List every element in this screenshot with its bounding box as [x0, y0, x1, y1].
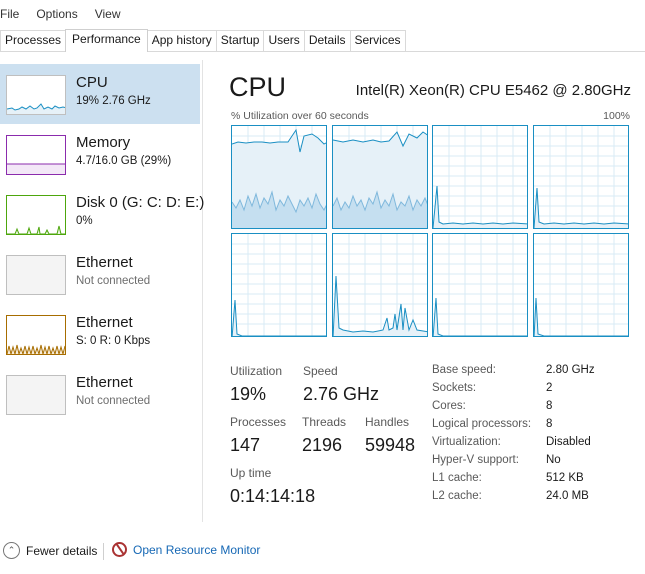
resource-item-ethernet-3[interactable]: Ethernet Not connected — [0, 364, 200, 424]
menu-file[interactable]: File — [0, 7, 19, 21]
resource-subtitle: 19% 2.76 GHz — [76, 95, 151, 107]
resource-subtitle: S: 0 R: 0 Kbps — [76, 335, 151, 347]
resource-item-memory[interactable]: Memory 4.7/16.0 GB (29%) — [0, 124, 200, 184]
handles-value: 59948 — [365, 435, 416, 455]
tab-users[interactable]: Users — [263, 30, 305, 51]
cpu-core-graph — [432, 125, 528, 229]
detail-value: No — [546, 454, 561, 466]
processes-value: 147 — [230, 435, 261, 455]
resource-item-disk[interactable]: Disk 0 (G: C: D: E:) 0% — [0, 184, 204, 244]
utilization-label: Utilization — [230, 364, 283, 378]
resource-monitor-icon — [112, 542, 127, 557]
resource-title: Ethernet — [76, 314, 133, 331]
detail-key: L1 cache: — [432, 472, 482, 484]
tab-app-history[interactable]: App history — [146, 30, 217, 51]
resource-title: Memory — [76, 134, 131, 151]
footer-divider — [103, 543, 104, 560]
ethernet-thumbnail-graph — [6, 255, 66, 295]
menu-options[interactable]: Options — [36, 7, 77, 21]
uptime-label: Up time — [230, 466, 272, 480]
ethernet-thumbnail-graph — [6, 375, 66, 415]
tab-processes[interactable]: Processes — [0, 30, 67, 51]
cpu-core-graph — [231, 125, 327, 229]
page-title: CPU — [229, 72, 287, 102]
disk-thumbnail-graph — [6, 195, 66, 235]
speed-label: Speed — [303, 364, 338, 378]
cpu-thumbnail-graph — [6, 75, 66, 115]
tab-performance[interactable]: Performance — [65, 29, 148, 52]
detail-key: Virtualization: — [432, 436, 501, 448]
cpu-core-graph — [231, 233, 327, 337]
fewer-details-label: Fewer details — [26, 543, 98, 558]
detail-value: 512 KB — [546, 472, 584, 484]
footer-bar: ⌃ Fewer details Open Resource Monitor — [0, 537, 645, 567]
detail-value: 8 — [546, 400, 553, 412]
resource-title: CPU — [76, 74, 108, 91]
menu-view[interactable]: View — [95, 7, 121, 21]
speed-value: 2.76 GHz — [303, 384, 380, 404]
tab-details[interactable]: Details — [303, 30, 351, 51]
tab-bar: Processes Performance App history Startu… — [0, 29, 645, 52]
resource-title: Ethernet — [76, 254, 133, 271]
resource-list: CPU 19% 2.76 GHz Memory 4.7/16.0 GB (29%… — [0, 60, 204, 522]
detail-key: Sockets: — [432, 382, 477, 394]
open-resource-monitor-link[interactable]: Open Resource Monitor — [112, 542, 260, 557]
detail-key: L2 cache: — [432, 490, 482, 502]
cpu-core-graph — [432, 233, 528, 337]
threads-label: Threads — [302, 415, 347, 429]
open-resource-monitor-label: Open Resource Monitor — [133, 542, 261, 557]
ethernet-thumbnail-graph — [6, 315, 66, 355]
detail-key: Hyper-V support: — [432, 454, 519, 466]
chevron-up-icon: ⌃ — [3, 542, 20, 559]
processes-label: Processes — [230, 415, 287, 429]
threads-value: 2196 — [302, 435, 343, 455]
detail-value: Disabled — [546, 436, 591, 448]
utilization-value: 19% — [230, 384, 267, 404]
detail-value: 24.0 MB — [546, 490, 589, 502]
detail-value: 2.80 GHz — [546, 364, 595, 376]
tab-startup[interactable]: Startup — [215, 30, 265, 51]
tab-services[interactable]: Services — [349, 30, 406, 51]
fewer-details-button[interactable]: ⌃ Fewer details — [3, 542, 97, 559]
resource-subtitle: 4.7/16.0 GB (29%) — [76, 155, 172, 167]
handles-label: Handles — [365, 415, 410, 429]
cpu-core-graph — [332, 125, 428, 229]
resource-subtitle: Not connected — [76, 395, 151, 407]
cpu-core-graph — [533, 125, 629, 229]
resource-subtitle: 0% — [76, 215, 93, 227]
resource-title: Ethernet — [76, 374, 133, 391]
memory-thumbnail-graph — [6, 135, 66, 175]
utilization-graph-max: 100% — [603, 110, 630, 122]
cpu-core-graph — [533, 233, 629, 337]
detail-key: Base speed: — [432, 364, 496, 376]
resource-item-ethernet-2[interactable]: Ethernet S: 0 R: 0 Kbps — [0, 304, 200, 364]
resource-title: Disk 0 (G: C: D: E:) — [76, 194, 205, 211]
utilization-graph-label: % Utilization over 60 seconds — [231, 110, 369, 122]
detail-value: 8 — [546, 418, 553, 430]
detail-value: 2 — [546, 382, 553, 394]
cpu-model-name: Intel(R) Xeon(R) CPU E5462 @ 2.80GHz — [355, 82, 631, 99]
cpu-core-graph — [332, 233, 428, 337]
resource-subtitle: Not connected — [76, 275, 151, 287]
resource-item-ethernet-1[interactable]: Ethernet Not connected — [0, 244, 200, 304]
menu-bar: File Options View — [0, 0, 645, 28]
resource-item-cpu[interactable]: CPU 19% 2.76 GHz — [0, 64, 200, 124]
uptime-value: 0:14:14:18 — [230, 486, 316, 506]
detail-key: Logical processors: — [432, 418, 532, 430]
detail-key: Cores: — [432, 400, 466, 412]
